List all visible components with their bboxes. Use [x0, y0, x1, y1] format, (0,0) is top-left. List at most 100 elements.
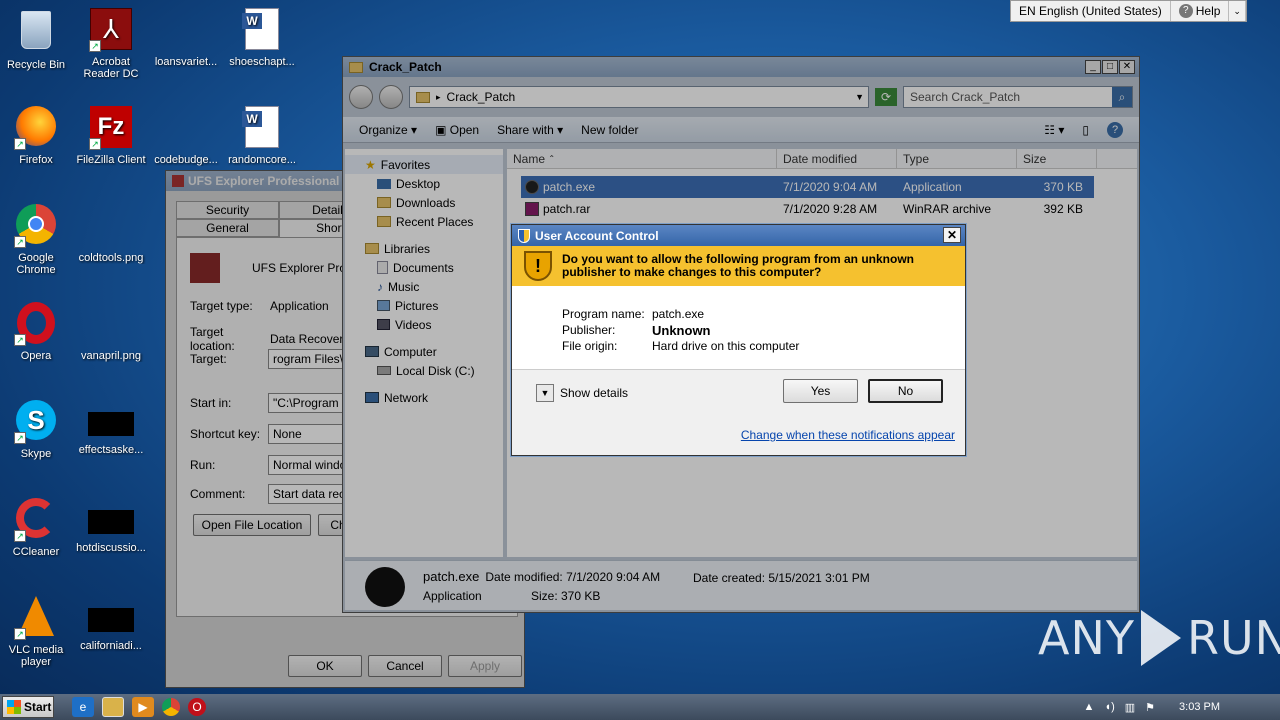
ie-icon[interactable]: e — [72, 697, 94, 717]
shortcut-key-field[interactable]: None — [268, 424, 348, 444]
search-icon[interactable]: ⌕ — [1112, 87, 1132, 107]
flag-icon[interactable]: ⚑ — [1145, 701, 1155, 714]
yes-button[interactable]: Yes — [783, 379, 858, 403]
icon-label: codebudge... — [154, 154, 218, 166]
column-name[interactable]: Name ⌃ — [507, 149, 777, 168]
view-options-icon[interactable]: ☷ ▾ — [1044, 123, 1064, 137]
apply-button[interactable]: Apply — [448, 655, 522, 677]
desktop-icon-randomcore[interactable]: W randomcore... — [226, 106, 298, 166]
address-bar[interactable]: ▸ Crack_Patch ▼ — [409, 86, 869, 108]
desktop-icon-recycle-bin[interactable]: Recycle Bin — [0, 8, 72, 71]
help-button[interactable]: ? Help — [1171, 1, 1230, 21]
nav-desktop[interactable]: Desktop — [345, 174, 503, 193]
language-indicator[interactable]: EN English (United States) — [1011, 1, 1171, 21]
clock[interactable]: 3:03 PM — [1179, 701, 1220, 713]
image-file-icon — [89, 204, 133, 248]
file-type: WinRAR archive — [903, 202, 992, 216]
desktop-icon-effectsaske[interactable]: effectsaske... — [75, 400, 147, 456]
nav-computer[interactable]: Computer — [345, 342, 503, 361]
change-notifications-link[interactable]: Change when these notifications appear — [741, 428, 955, 442]
nav-videos[interactable]: Videos — [345, 315, 503, 334]
icon-label: VLC media player — [8, 644, 64, 668]
nav-network[interactable]: Network — [345, 388, 503, 407]
dropdown-icon[interactable]: ▼ — [855, 92, 864, 102]
help-icon[interactable]: ? — [1107, 121, 1123, 138]
target-field[interactable]: rogram Files\Da — [268, 349, 348, 369]
forward-button[interactable] — [379, 85, 403, 109]
details-date-modified: Date modified: 7/1/2020 9:04 AM — [485, 570, 661, 584]
organize-button[interactable]: Organize ▾ — [359, 123, 417, 137]
maximize-button[interactable]: □ — [1102, 60, 1118, 74]
comment-field[interactable]: Start data reco — [268, 484, 348, 504]
nav-documents[interactable]: Documents — [345, 258, 503, 277]
open-button[interactable]: ▣ Open — [435, 123, 479, 137]
minimize-button[interactable]: _ — [1085, 60, 1101, 74]
desktop-icon-firefox[interactable]: ↗ Firefox — [0, 106, 72, 166]
close-icon[interactable]: ✕ — [943, 227, 961, 243]
back-button[interactable] — [349, 85, 373, 109]
show-details-toggle[interactable]: ▼ Show details — [536, 384, 628, 402]
desktop-icon-opera[interactable]: ↗ Opera — [0, 302, 72, 362]
column-size[interactable]: Size — [1017, 149, 1097, 168]
details-file-name: patch.exe — [423, 569, 480, 584]
no-button[interactable]: No — [868, 379, 943, 403]
chrome-taskbar-icon[interactable] — [162, 698, 180, 716]
nav-music[interactable]: ♪ Music — [345, 277, 503, 296]
column-type[interactable]: Type — [897, 149, 1017, 168]
desktop-icon-chrome[interactable]: ↗ Google Chrome — [0, 204, 72, 276]
desktop-icon-vanapril[interactable]: vanapril.png — [75, 302, 147, 362]
uac-titlebar[interactable]: User Account Control ✕ — [512, 225, 965, 246]
opera-taskbar-icon[interactable]: O — [188, 698, 206, 716]
nav-downloads[interactable]: Downloads — [345, 193, 503, 212]
desktop-icon-loansvariet[interactable]: loansvariet... — [150, 8, 222, 68]
nav-favorites[interactable]: ★ Favorites — [345, 155, 503, 174]
open-file-location-button[interactable]: Open File Location — [193, 514, 311, 536]
uac-warning-banner: ! Do you want to allow the following pro… — [512, 246, 965, 286]
explorer-taskbar-icon[interactable] — [102, 697, 124, 717]
share-with-button[interactable]: Share with ▾ — [497, 123, 563, 137]
target-type-label: Target type: — [190, 299, 253, 313]
desktop-icon-filezilla[interactable]: Fz ↗ FileZilla Client — [75, 106, 147, 166]
file-row[interactable]: patch.rar 7/1/2020 9:28 AM WinRAR archiv… — [521, 198, 1094, 220]
play-logo-icon — [1140, 610, 1181, 666]
media-player-icon[interactable]: ▶ — [132, 697, 154, 717]
disk-icon — [377, 366, 391, 375]
run-label: Run: — [190, 458, 216, 472]
search-input[interactable]: Search Crack_Patch ⌕ — [903, 86, 1133, 108]
nav-libraries[interactable]: Libraries — [345, 239, 503, 258]
desktop-icon-codebudge[interactable]: codebudge... — [150, 106, 222, 166]
ufs-title: UFS Explorer Professional R — [188, 174, 352, 188]
file-size: 392 KB — [1043, 202, 1083, 216]
start-button[interactable]: Start — [2, 696, 54, 718]
preview-pane-icon[interactable]: ▯ — [1082, 123, 1089, 137]
nav-recent[interactable]: Recent Places — [345, 212, 503, 231]
close-button[interactable]: ✕ — [1119, 60, 1135, 74]
ccleaner-icon: ↗ — [14, 498, 58, 542]
desktop-icon-californiadi[interactable]: californiadi... — [75, 596, 147, 652]
speaker-icon[interactable]: ◖) — [1104, 701, 1114, 713]
ufs-shortcut-icon — [190, 253, 220, 283]
langbar-options-button[interactable]: ⌄ — [1229, 1, 1246, 21]
network-icon[interactable]: ▥ — [1125, 701, 1135, 714]
start-in-field[interactable]: "C:\Program Fi — [268, 393, 348, 413]
file-row[interactable]: patch.exe 7/1/2020 9:04 AM Application 3… — [521, 176, 1094, 198]
refresh-icon[interactable]: ⟳ — [875, 88, 897, 106]
desktop-icon-skype[interactable]: S ↗ Skype — [0, 400, 72, 460]
desktop-icon-vlc[interactable]: ↗ VLC media player — [0, 596, 72, 668]
desktop-icon-hotdiscussio[interactable]: hotdiscussio... — [75, 498, 147, 554]
cancel-button[interactable]: Cancel — [368, 655, 442, 677]
nav-local-disk[interactable]: Local Disk (C:) — [345, 361, 503, 380]
tray-expand-icon[interactable]: ▲ — [1084, 701, 1095, 713]
new-folder-button[interactable]: New folder — [581, 123, 638, 137]
tab-security[interactable]: Security — [176, 201, 279, 219]
nav-pictures[interactable]: Pictures — [345, 296, 503, 315]
desktop-icon-ccleaner[interactable]: ↗ CCleaner — [0, 498, 72, 558]
desktop-icon-coldtools[interactable]: coldtools.png — [75, 204, 147, 264]
tab-general[interactable]: General — [176, 219, 279, 237]
run-select[interactable]: Normal window — [268, 455, 348, 475]
column-date[interactable]: Date modified — [777, 149, 897, 168]
desktop-icon-shoeschapt[interactable]: W shoeschapt... — [226, 8, 298, 68]
desktop-icon-acrobat[interactable]: ⅄ ↗ Acrobat Reader DC — [75, 8, 147, 80]
ok-button[interactable]: OK — [288, 655, 362, 677]
explorer-titlebar[interactable]: Crack_Patch — [343, 57, 1139, 77]
